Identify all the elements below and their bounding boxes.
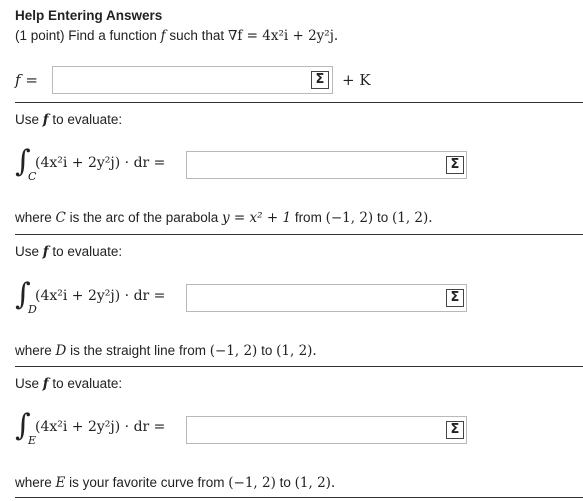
equation-editor-icon[interactable]: Σ	[311, 71, 329, 89]
where-d-text: where D is the straight line from (−1, 2…	[15, 343, 317, 359]
line-integral-d: ∫ D (4x²i + 2y²j) · dr =	[15, 277, 166, 316]
plus-k-label: + K	[342, 71, 371, 89]
f-answer-input[interactable]	[52, 66, 333, 94]
integral-e-input[interactable]	[186, 416, 467, 444]
use-f-text: Use f to evaluate:	[15, 376, 123, 392]
prompt-prefix: (1 point) Find a function	[15, 28, 157, 43]
where-e-text: where E is your favorite curve from (−1,…	[15, 475, 336, 491]
equation-editor-icon[interactable]: Σ	[446, 156, 464, 174]
integral-c-input[interactable]	[186, 151, 467, 179]
line-integral-e: ∫ E (4x²i + 2y²j) · dr =	[15, 408, 166, 447]
prompt-mid: such that	[169, 28, 225, 43]
help-entering-answers-link[interactable]: Help Entering Answers	[15, 8, 162, 23]
problem-prompt: (1 point) Find a function f such that ∇f…	[15, 28, 338, 44]
where-c-text: where C is the arc of the parabola y = x…	[15, 210, 433, 226]
equation-editor-icon[interactable]: Σ	[446, 421, 464, 439]
prompt-f: f	[160, 28, 166, 44]
equation-editor-icon[interactable]: Σ	[446, 289, 464, 307]
use-f-text: Use f to evaluate:	[15, 244, 123, 260]
divider	[15, 234, 583, 235]
divider	[15, 102, 583, 103]
divider	[15, 366, 583, 367]
prompt-gradient: ∇f = 4x²i + 2y²j.	[227, 28, 339, 44]
divider	[15, 497, 583, 498]
line-integral-c: ∫ C (4x²i + 2y²j) · dr =	[15, 144, 166, 183]
f-label: f =	[15, 71, 38, 89]
use-f-text: Use f to evaluate:	[15, 112, 123, 128]
integral-d-input[interactable]	[186, 284, 467, 312]
